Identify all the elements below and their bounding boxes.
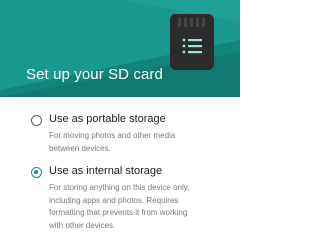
- option-description-line: For storing anything on this device only…: [49, 183, 190, 192]
- option-description: For moving photos and other media betwee…: [49, 130, 237, 155]
- option-description-line: between devices.: [49, 143, 111, 153]
- option-internal-storage[interactable]: Use as internal storage For storing anyt…: [0, 160, 240, 232]
- setup-screen: Set up your SD card Use as portable stor…: [0, 0, 240, 240]
- option-description: For storing anything on this device only…: [49, 182, 237, 232]
- option-description-line: For moving photos and other media: [49, 131, 176, 140]
- page-title: Set up your SD card: [26, 66, 163, 83]
- header: Set up your SD card: [0, 0, 240, 97]
- option-description-line: including apps and photos. Requires: [49, 195, 179, 205]
- option-label: Use as internal storage: [49, 165, 163, 177]
- radio-portable-storage[interactable]: [31, 115, 42, 126]
- radio-selected-dot: [34, 170, 38, 174]
- radio-internal-storage[interactable]: [31, 167, 42, 178]
- sd-card-icon: [169, 14, 214, 70]
- option-label: Use as portable storage: [49, 113, 166, 125]
- option-portable-storage[interactable]: Use as portable storage For moving photo…: [0, 108, 240, 158]
- option-description-line: with other devices.: [49, 220, 116, 230]
- option-description-line: formatting that prevents it from working: [49, 208, 188, 217]
